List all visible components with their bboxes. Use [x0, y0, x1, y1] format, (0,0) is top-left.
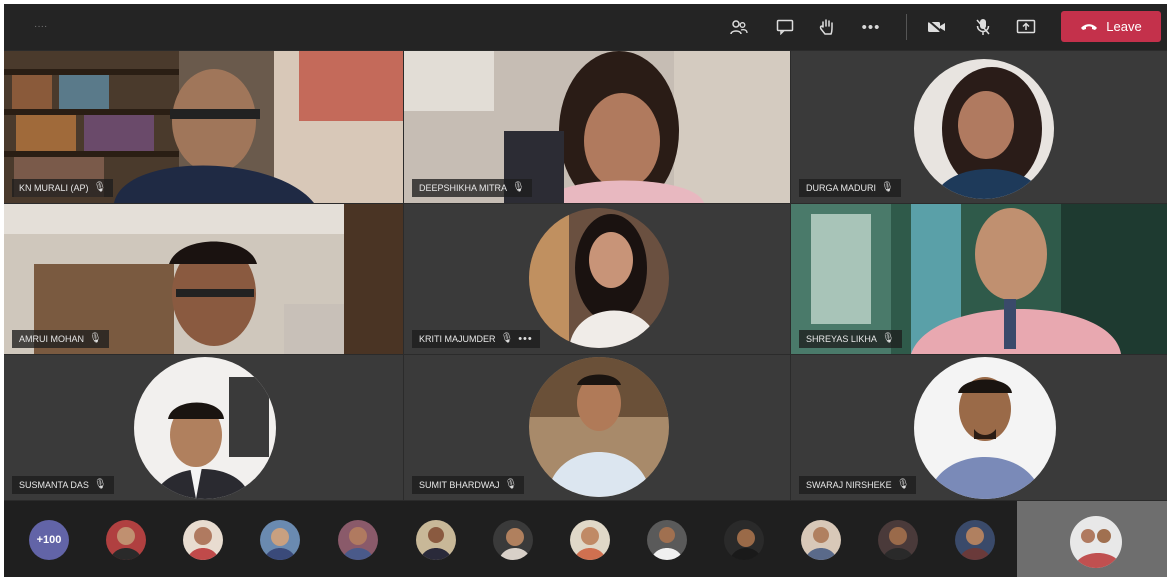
participant-avatar [134, 357, 276, 499]
roster-avatar[interactable] [878, 520, 918, 560]
microphone-off-icon: 🎙 [93, 479, 107, 490]
participants-icon[interactable] [726, 14, 752, 40]
participant-name-tag: SHREYAS LIKHA 🎙 [799, 330, 902, 348]
microphone-off-icon: 🎙 [89, 333, 102, 344]
participant-name-tag: SWARAJ NIRSHEKE 🎙 [799, 476, 917, 494]
roster-avatar[interactable] [260, 520, 300, 560]
teams-meeting-window: ···· ••• Leave KN MURALI (AP) 🎙 DEEPSHIK… [4, 4, 1167, 577]
leave-label: Leave [1106, 19, 1142, 34]
avatar-tile[interactable]: SUSMANTA DAS 🎙 [4, 355, 403, 500]
participant-name-tag: KN Murali (AP) 🎙 [12, 179, 114, 197]
toolbar-divider [906, 14, 907, 40]
hang-up-icon [1080, 19, 1098, 34]
participant-name-tag: SUSMANTA DAS 🎙 [12, 476, 114, 494]
avatar-tile[interactable]: DURGA MADURI 🎙 [791, 51, 1167, 203]
leave-button[interactable]: Leave [1061, 11, 1161, 42]
participant-avatar [529, 357, 669, 497]
microphone-off-icon: 🎙 [881, 182, 894, 193]
roster-avatar[interactable] [955, 520, 995, 560]
roster-avatar[interactable] [106, 520, 146, 560]
chat-icon[interactable] [772, 14, 798, 40]
participant-avatar [914, 357, 1056, 499]
share-screen-icon[interactable] [1013, 14, 1039, 40]
microphone-icon[interactable] [970, 14, 996, 40]
self-view-tile[interactable] [1017, 501, 1167, 577]
avatar-tile[interactable]: KRITI MAJUMDER 🎙 ••• [404, 204, 790, 354]
overflow-participants-button[interactable]: +100 [29, 520, 69, 560]
raise-hand-icon[interactable] [814, 14, 840, 40]
meeting-timer: ···· [34, 21, 48, 32]
participant-name-tag: DEEPSHIKHA MITRA 🎙 [412, 179, 532, 197]
microphone-off-icon: 🎙 [504, 479, 518, 490]
roster-avatar[interactable] [338, 520, 378, 560]
more-options-icon[interactable]: ••• [518, 330, 533, 348]
microphone-off-icon: 🎙 [500, 333, 514, 344]
video-tile[interactable]: SHREYAS LIKHA 🎙 [791, 204, 1167, 354]
camera-icon[interactable] [924, 14, 950, 40]
participant-roster-strip: +100 [4, 501, 1017, 577]
meeting-toolbar: ···· ••• Leave [4, 4, 1167, 50]
roster-avatar[interactable] [801, 520, 841, 560]
avatar-tile[interactable]: SWARAJ NIRSHEKE 🎙 [791, 355, 1167, 500]
video-tile[interactable]: KN Murali (AP) 🎙 [4, 51, 403, 203]
participant-avatar [529, 208, 669, 348]
participant-name-tag: SUMIT BHARDWAJ 🎙 [412, 476, 525, 494]
microphone-off-icon: 🎙 [512, 182, 525, 193]
roster-avatar[interactable] [493, 520, 533, 560]
more-options-icon[interactable]: ••• [858, 14, 884, 40]
roster-avatar[interactable] [183, 520, 223, 560]
participant-name-tag: AMRUI MOHAN 🎙 [12, 330, 109, 348]
video-tile[interactable]: DEEPSHIKHA MITRA 🎙 [404, 51, 790, 203]
participant-name-tag: DURGA MADURI 🎙 [799, 179, 901, 197]
microphone-off-icon: 🎙 [896, 479, 910, 490]
participant-avatar [914, 59, 1054, 199]
roster-avatar[interactable] [647, 520, 687, 560]
participant-name-tag: KRITI MAJUMDER 🎙 ••• [412, 330, 540, 348]
avatar-tile[interactable]: SUMIT BHARDWAJ 🎙 [404, 355, 790, 500]
roster-avatar[interactable] [570, 520, 610, 560]
microphone-off-icon: 🎙 [881, 333, 895, 344]
roster-avatar[interactable] [724, 520, 764, 560]
microphone-off-icon: 🎙 [93, 182, 107, 193]
roster-avatar[interactable] [416, 520, 456, 560]
video-tile[interactable]: AMRUI MOHAN 🎙 [4, 204, 403, 354]
self-avatar [1070, 516, 1122, 568]
